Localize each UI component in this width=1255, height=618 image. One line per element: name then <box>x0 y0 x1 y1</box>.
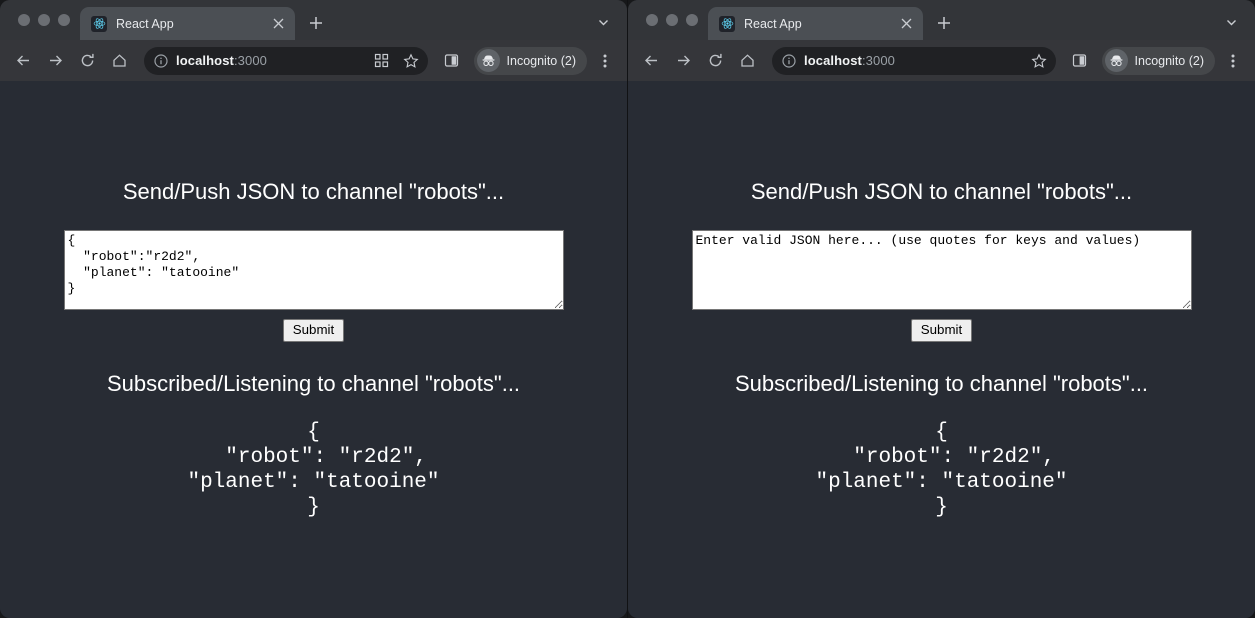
desktop: React App <box>0 0 1255 618</box>
browser-tab-react-app[interactable]: React App <box>708 7 923 40</box>
browser-tab-react-app[interactable]: React App <box>80 7 295 40</box>
toolbar-right: localhost:3000 <box>628 40 1255 81</box>
subscribe-heading: Subscribed/Listening to channel "robots"… <box>107 371 520 397</box>
submit-button[interactable]: Submit <box>911 319 972 342</box>
page-content-right: Send/Push JSON to channel "robots"... Su… <box>628 81 1255 618</box>
reload-icon[interactable] <box>700 46 730 76</box>
tab-title: React App <box>744 17 888 31</box>
site-info-icon[interactable] <box>153 53 169 69</box>
received-json-output: { "robot": "r2d2", "planet": "tatooine" … <box>187 420 439 520</box>
address-bar-right[interactable]: localhost:3000 <box>772 47 1056 75</box>
back-arrow-icon[interactable] <box>8 46 38 76</box>
received-json-output: { "robot": "r2d2", "planet": "tatooine" … <box>815 420 1067 520</box>
profile-label: Incognito (2) <box>1135 54 1204 68</box>
home-icon[interactable] <box>104 46 134 76</box>
close-tab-button[interactable] <box>269 15 287 33</box>
maximize-window-button[interactable] <box>686 14 698 26</box>
profile-incognito-button[interactable]: Incognito (2) <box>1102 47 1215 75</box>
url-host: localhost <box>176 53 234 68</box>
home-icon[interactable] <box>732 46 762 76</box>
reload-icon[interactable] <box>72 46 102 76</box>
profile-label: Incognito (2) <box>507 54 576 68</box>
star-icon[interactable] <box>1028 50 1050 72</box>
maximize-window-button[interactable] <box>58 14 70 26</box>
tab-strip-right: React App <box>628 0 1255 40</box>
forward-arrow-icon[interactable] <box>40 46 70 76</box>
tab-search-chevron-down-icon[interactable] <box>591 10 615 34</box>
tab-strip-left: React App <box>0 0 627 40</box>
minimize-window-button[interactable] <box>38 14 50 26</box>
forward-arrow-icon[interactable] <box>668 46 698 76</box>
close-window-button[interactable] <box>18 14 30 26</box>
new-tab-button[interactable] <box>302 9 330 37</box>
new-tab-button[interactable] <box>930 9 958 37</box>
json-input-textarea[interactable] <box>64 230 564 310</box>
react-logo-icon <box>91 16 107 32</box>
three-dot-menu-icon[interactable] <box>592 46 618 76</box>
url-port: :3000 <box>862 53 895 68</box>
subscribe-heading: Subscribed/Listening to channel "robots"… <box>735 371 1148 397</box>
window-controls-left <box>10 0 80 40</box>
toolbar-left: localhost:3000 <box>0 40 627 81</box>
minimize-window-button[interactable] <box>666 14 678 26</box>
url-text: localhost:3000 <box>804 53 1021 68</box>
three-dot-menu-icon[interactable] <box>1220 46 1246 76</box>
submit-button[interactable]: Submit <box>283 319 344 342</box>
incognito-spy-icon <box>1105 49 1128 72</box>
window-divider <box>627 0 628 618</box>
side-panel-icon[interactable] <box>1066 47 1094 75</box>
qr-code-icon[interactable] <box>371 50 393 72</box>
url-host: localhost <box>804 53 862 68</box>
site-info-icon[interactable] <box>781 53 797 69</box>
send-heading: Send/Push JSON to channel "robots"... <box>123 179 504 205</box>
send-heading: Send/Push JSON to channel "robots"... <box>751 179 1132 205</box>
address-bar-left[interactable]: localhost:3000 <box>144 47 428 75</box>
page-content-left: Send/Push JSON to channel "robots"... Su… <box>0 81 627 618</box>
side-panel-icon[interactable] <box>438 47 466 75</box>
browser-window-right: React App <box>628 0 1255 618</box>
star-icon[interactable] <box>400 50 422 72</box>
window-controls-right <box>638 0 708 40</box>
json-input-textarea[interactable] <box>692 230 1192 310</box>
incognito-spy-icon <box>477 49 500 72</box>
profile-incognito-button[interactable]: Incognito (2) <box>474 47 587 75</box>
close-window-button[interactable] <box>646 14 658 26</box>
close-tab-button[interactable] <box>897 15 915 33</box>
react-logo-icon <box>719 16 735 32</box>
back-arrow-icon[interactable] <box>636 46 666 76</box>
url-port: :3000 <box>234 53 267 68</box>
url-text: localhost:3000 <box>176 53 364 68</box>
tab-search-chevron-down-icon[interactable] <box>1219 10 1243 34</box>
browser-window-left: React App <box>0 0 627 618</box>
tab-title: React App <box>116 17 260 31</box>
